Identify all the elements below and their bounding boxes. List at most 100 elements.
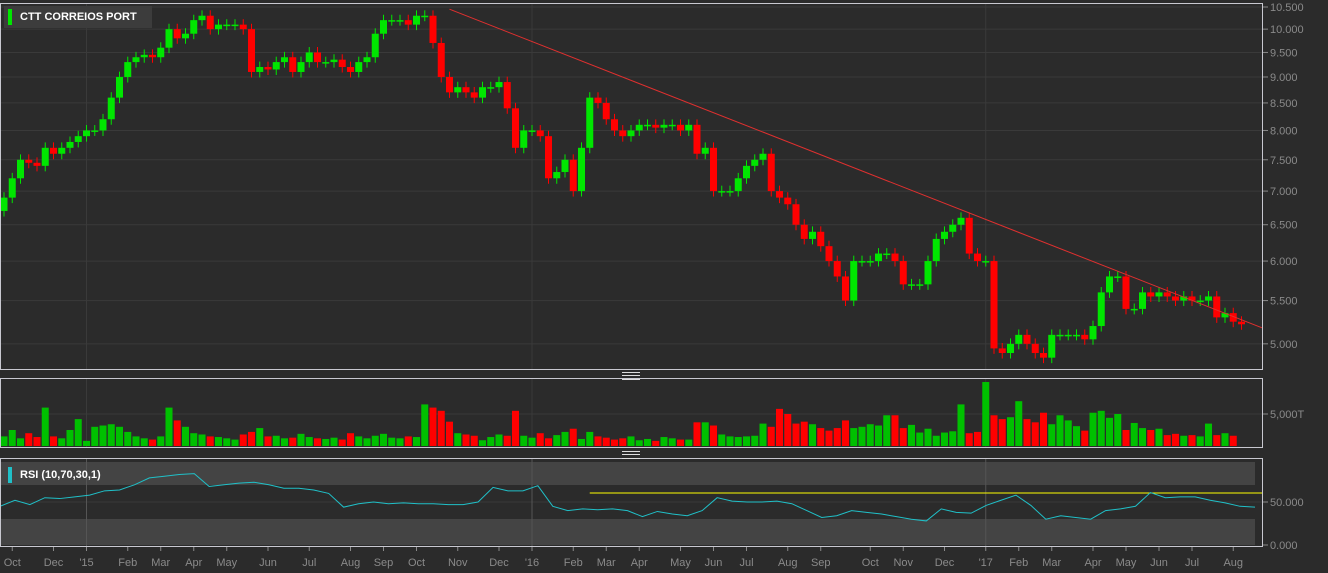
candle (734, 172, 742, 197)
candle-body (619, 130, 627, 137)
candle-body (602, 102, 610, 120)
candle (454, 81, 462, 98)
candle (487, 81, 495, 93)
volume-bar (157, 436, 165, 446)
volume-bar (858, 426, 866, 446)
candle-body (594, 97, 602, 103)
volume-bar (635, 440, 643, 446)
candle-body (1147, 292, 1155, 297)
candle (330, 54, 338, 68)
volume-bar (396, 438, 404, 446)
candle-body (330, 59, 338, 63)
volume-bar (91, 426, 99, 446)
volume-bar (50, 436, 57, 446)
candle (446, 71, 453, 98)
candle (1007, 338, 1014, 359)
volume-bar (767, 426, 775, 446)
candle-body (363, 57, 371, 63)
volume-bar (281, 438, 288, 446)
time-tick-label: Dec (44, 557, 64, 569)
candle (289, 51, 297, 78)
candle-body (322, 62, 330, 64)
candle-body (1040, 353, 1047, 358)
candle-body (83, 130, 90, 137)
candle-body (685, 124, 693, 131)
time-tick-label: Feb (118, 557, 137, 569)
volume-bar (314, 438, 321, 446)
candle (413, 10, 420, 31)
volume-bar (1229, 435, 1237, 446)
symbol-legend[interactable]: CTT CORREIOS PORT (4, 6, 152, 28)
candle-body (41, 147, 49, 166)
volume-bar (899, 428, 907, 446)
candle (866, 255, 874, 267)
candle (1188, 291, 1196, 307)
volume-bar (124, 431, 132, 446)
time-tick-label: Mar (151, 557, 170, 569)
volume-bar (941, 432, 948, 446)
candle (1064, 329, 1072, 341)
time-tick-label: Apr (631, 557, 648, 569)
price-tick-label: 5.500 (1270, 296, 1298, 308)
candle (792, 198, 800, 231)
candle-body (652, 124, 660, 128)
candle (635, 119, 643, 136)
candle (198, 10, 206, 26)
candle (173, 23, 181, 44)
candle-body (561, 159, 569, 173)
candle (751, 154, 759, 172)
volume-bar (198, 434, 206, 446)
volume-bar (413, 437, 420, 446)
volume-bar (1122, 430, 1130, 446)
candle-body (842, 276, 849, 301)
volume-bar (908, 424, 915, 446)
candle-body (495, 82, 503, 88)
candle-body (231, 24, 239, 27)
candle-body (891, 253, 899, 262)
candle (231, 19, 239, 31)
volume-bar (305, 437, 313, 446)
candle-body (256, 67, 264, 72)
candle-body (776, 191, 783, 198)
candle-body (586, 97, 594, 148)
volume-bar (586, 431, 594, 446)
time-tick-label: Mar (597, 557, 616, 569)
volume-bar (1015, 401, 1023, 446)
candle-body (470, 92, 478, 98)
candle (1147, 286, 1155, 302)
candle-body (429, 15, 437, 43)
candle (759, 148, 767, 166)
volume-bar (611, 439, 618, 446)
rsi-tick-label: 0.000 (1270, 540, 1298, 552)
candle-body (1007, 343, 1014, 354)
volume-bar (726, 436, 734, 446)
candle-body (503, 82, 511, 109)
panel-resize-handle-rsi[interactable] (622, 451, 640, 459)
candle (536, 125, 544, 142)
panel-resize-handle-volume[interactable] (622, 372, 640, 380)
candle-body (1114, 276, 1122, 278)
volume-bar (792, 423, 800, 446)
price-tick-label: 7.500 (1270, 155, 1298, 167)
volume-bar (627, 436, 635, 446)
candle (718, 185, 726, 197)
rsi-legend[interactable]: RSI (10,70,30,1) (4, 465, 124, 485)
candle-body (743, 165, 750, 179)
rsi-oversold-zone (1, 519, 1255, 545)
time-tick-label: May (216, 557, 237, 569)
candle-body (132, 57, 140, 63)
candle (91, 125, 99, 136)
candle (710, 142, 717, 197)
volume-bar (462, 434, 470, 446)
candle-body (149, 54, 156, 58)
candle (875, 248, 882, 267)
time-tick-label: Oct (408, 557, 425, 569)
volume-bar (825, 430, 833, 446)
volume-bar (446, 421, 453, 446)
candle (165, 23, 173, 54)
candle (190, 14, 198, 40)
candle-body (66, 141, 74, 148)
price-tick-label: 6.000 (1270, 256, 1298, 268)
candle (215, 19, 222, 35)
candle-body (289, 57, 297, 72)
